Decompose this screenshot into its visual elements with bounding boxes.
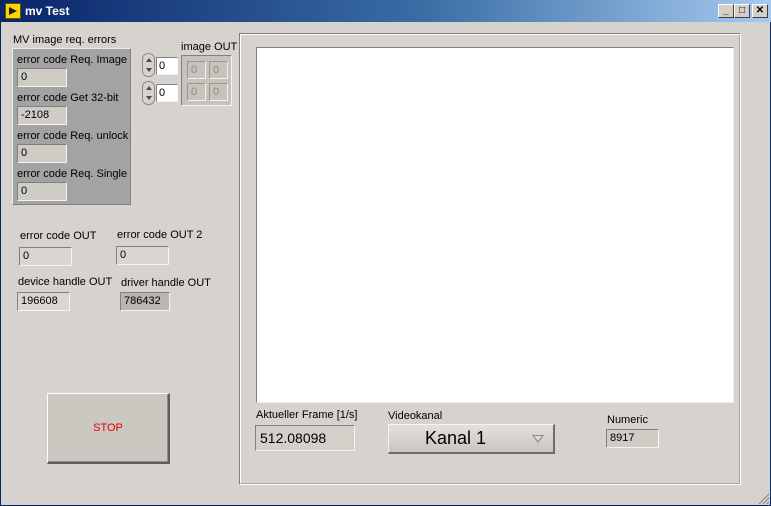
video-channel-value: Kanal 1 — [425, 428, 487, 448]
image-out-array: 0 0 0 0 — [181, 55, 232, 106]
frame-rate-label: Aktueller Frame [1/s] — [256, 409, 358, 421]
errors-cluster-title: MV image req. errors — [13, 34, 117, 46]
error-get-32bit-value: -2108 — [17, 106, 67, 125]
image-out-label: image OUT — [181, 41, 238, 53]
index-2-input[interactable]: 0 — [156, 84, 178, 102]
error-req-unlock-label: error code Req. unlock — [17, 130, 129, 142]
array-cell: 0 — [209, 83, 228, 101]
device-handle-out-label: device handle OUT — [18, 276, 113, 288]
video-channel-select[interactable]: Kanal 1 — [388, 424, 555, 454]
error-code-out-value: 0 — [19, 247, 72, 266]
error-code-out-label: error code OUT — [20, 230, 97, 242]
numeric-value: 8917 — [606, 429, 659, 448]
dropdown-arrow-icon[interactable] — [532, 435, 544, 443]
main-window: mv Test _ □ ✕ MV image req. errors error… — [0, 0, 771, 506]
resize-grip-icon[interactable] — [757, 492, 769, 504]
index-1-spinner[interactable] — [142, 53, 155, 77]
image-display[interactable] — [256, 47, 734, 403]
increment-icon[interactable] — [146, 86, 152, 90]
video-channel-label: Videokanal — [388, 410, 443, 422]
error-code-out-2-label: error code OUT 2 — [117, 229, 203, 241]
array-cell: 0 — [187, 61, 206, 79]
close-button[interactable]: ✕ — [752, 4, 768, 18]
device-handle-out-value: 196608 — [17, 292, 70, 311]
driver-handle-out-label: driver handle OUT — [121, 277, 211, 289]
index-1-input[interactable]: 0 — [156, 57, 178, 75]
driver-handle-out-value: 786432 — [120, 292, 170, 311]
array-cell: 0 — [209, 61, 228, 79]
error-req-single-value: 0 — [17, 182, 67, 201]
error-req-unlock-value: 0 — [17, 144, 67, 163]
error-req-single-label: error code Req. Single — [17, 168, 128, 180]
increment-icon[interactable] — [146, 58, 152, 62]
array-cell: 0 — [187, 83, 206, 101]
errors-cluster: error code Req. Image 0 error code Get 3… — [12, 48, 131, 205]
error-req-image-value: 0 — [17, 68, 67, 87]
stop-button[interactable]: STOP — [47, 393, 170, 464]
error-req-image-label: error code Req. Image — [17, 54, 128, 66]
numeric-label: Numeric — [607, 414, 648, 426]
error-code-out-2-value: 0 — [116, 246, 169, 265]
decrement-icon[interactable] — [146, 96, 152, 100]
minimize-button[interactable]: _ — [718, 4, 734, 18]
index-2-spinner[interactable] — [142, 81, 155, 105]
window-title: mv Test — [25, 4, 70, 18]
decrement-icon[interactable] — [146, 68, 152, 72]
maximize-button[interactable]: □ — [734, 4, 750, 18]
frame-rate-value: 512.08098 — [255, 425, 355, 451]
title-bar[interactable]: mv Test _ □ ✕ — [1, 0, 771, 22]
labview-icon — [5, 3, 21, 19]
error-get-32bit-label: error code Get 32-bit — [17, 92, 119, 104]
stop-button-label: STOP — [93, 422, 123, 434]
